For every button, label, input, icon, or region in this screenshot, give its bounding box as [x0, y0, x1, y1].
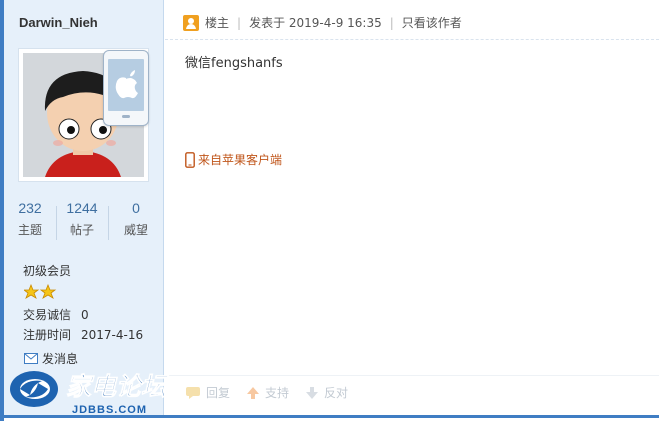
- stat-posts[interactable]: 1244 帖子: [58, 200, 106, 238]
- post-timestamp: 发表于 2019-4-9 16:35: [249, 16, 382, 30]
- forum-post: Darwin_Nieh 232 主题 1244 帖子 0 威望 初级会员 交易诚…: [0, 0, 659, 421]
- stat-threads-value[interactable]: 232: [6, 200, 54, 216]
- level-stars: [22, 283, 58, 300]
- site-logo-watermark: 家电论坛 JDBBS.COM: [8, 365, 188, 417]
- oppose-label[interactable]: 反对: [324, 384, 348, 401]
- from-client-link[interactable]: 来自苹果客户端: [185, 151, 282, 168]
- register-date-row: 注册时间 2017-4-16: [23, 326, 143, 343]
- star-icons: [22, 283, 57, 299]
- thread-starter-icon: [183, 14, 199, 31]
- reply-button[interactable]: 回复: [185, 384, 230, 401]
- thumb-up-icon: [247, 386, 260, 399]
- user-level[interactable]: 初级会员: [23, 262, 71, 279]
- logo-name: 家电论坛: [66, 373, 169, 401]
- stat-posts-value[interactable]: 1244: [58, 200, 106, 216]
- support-button[interactable]: 支持: [246, 384, 289, 401]
- post-actions: 回复 支持 反对: [185, 384, 348, 401]
- post-content-area: 楼主 | 发表于 2019-4-9 16:35 | 只看该作者 微信fengsh…: [165, 0, 659, 415]
- stat-threads[interactable]: 232 主题: [6, 200, 54, 238]
- thumb-down-icon: [306, 386, 319, 399]
- bottom-border: [0, 415, 659, 418]
- mobile-badge-icon: [103, 50, 149, 126]
- post-footer-divider: [165, 375, 659, 376]
- stat-reputation-value[interactable]: 0: [112, 200, 160, 216]
- register-date-value: 2017-4-16: [81, 328, 144, 342]
- register-date-label: 注册时间: [23, 328, 72, 342]
- author-stats: 232 主题 1244 帖子 0 威望: [4, 200, 164, 250]
- post-header: 楼主 | 发表于 2019-4-9 16:35 | 只看该作者: [165, 0, 659, 40]
- phone-icon: [185, 151, 195, 168]
- reply-label[interactable]: 回复: [206, 384, 230, 401]
- from-client-label[interactable]: 来自苹果客户端: [198, 151, 282, 168]
- stat-divider: [56, 206, 57, 240]
- author-sidebar: Darwin_Nieh 232 主题 1244 帖子 0 威望 初级会员 交易诚…: [4, 0, 164, 415]
- meta-separator: |: [237, 15, 242, 30]
- jdbbs-logo: 家电论坛 JDBBS.COM: [10, 371, 169, 416]
- author-name-link[interactable]: Darwin_Nieh: [19, 15, 98, 30]
- thread-starter-label: 楼主: [205, 16, 230, 30]
- trade-credit-value: 0: [81, 308, 89, 322]
- support-label[interactable]: 支持: [265, 384, 289, 401]
- stat-reputation-label[interactable]: 威望: [112, 221, 160, 238]
- stat-threads-label[interactable]: 主题: [6, 221, 54, 238]
- stat-posts-label[interactable]: 帖子: [58, 221, 106, 238]
- stat-reputation[interactable]: 0 威望: [112, 200, 160, 238]
- apple-icon: [115, 70, 138, 99]
- oppose-button[interactable]: 反对: [305, 384, 348, 401]
- trade-credit-label: 交易诚信: [23, 308, 72, 322]
- envelope-icon: [24, 353, 38, 364]
- trade-credit-row: 交易诚信 0: [23, 306, 89, 323]
- meta-separator: |: [389, 15, 394, 30]
- only-author-link[interactable]: 只看该作者: [402, 14, 462, 31]
- stat-divider: [108, 206, 109, 240]
- post-body: 微信fengshanfs: [185, 56, 283, 71]
